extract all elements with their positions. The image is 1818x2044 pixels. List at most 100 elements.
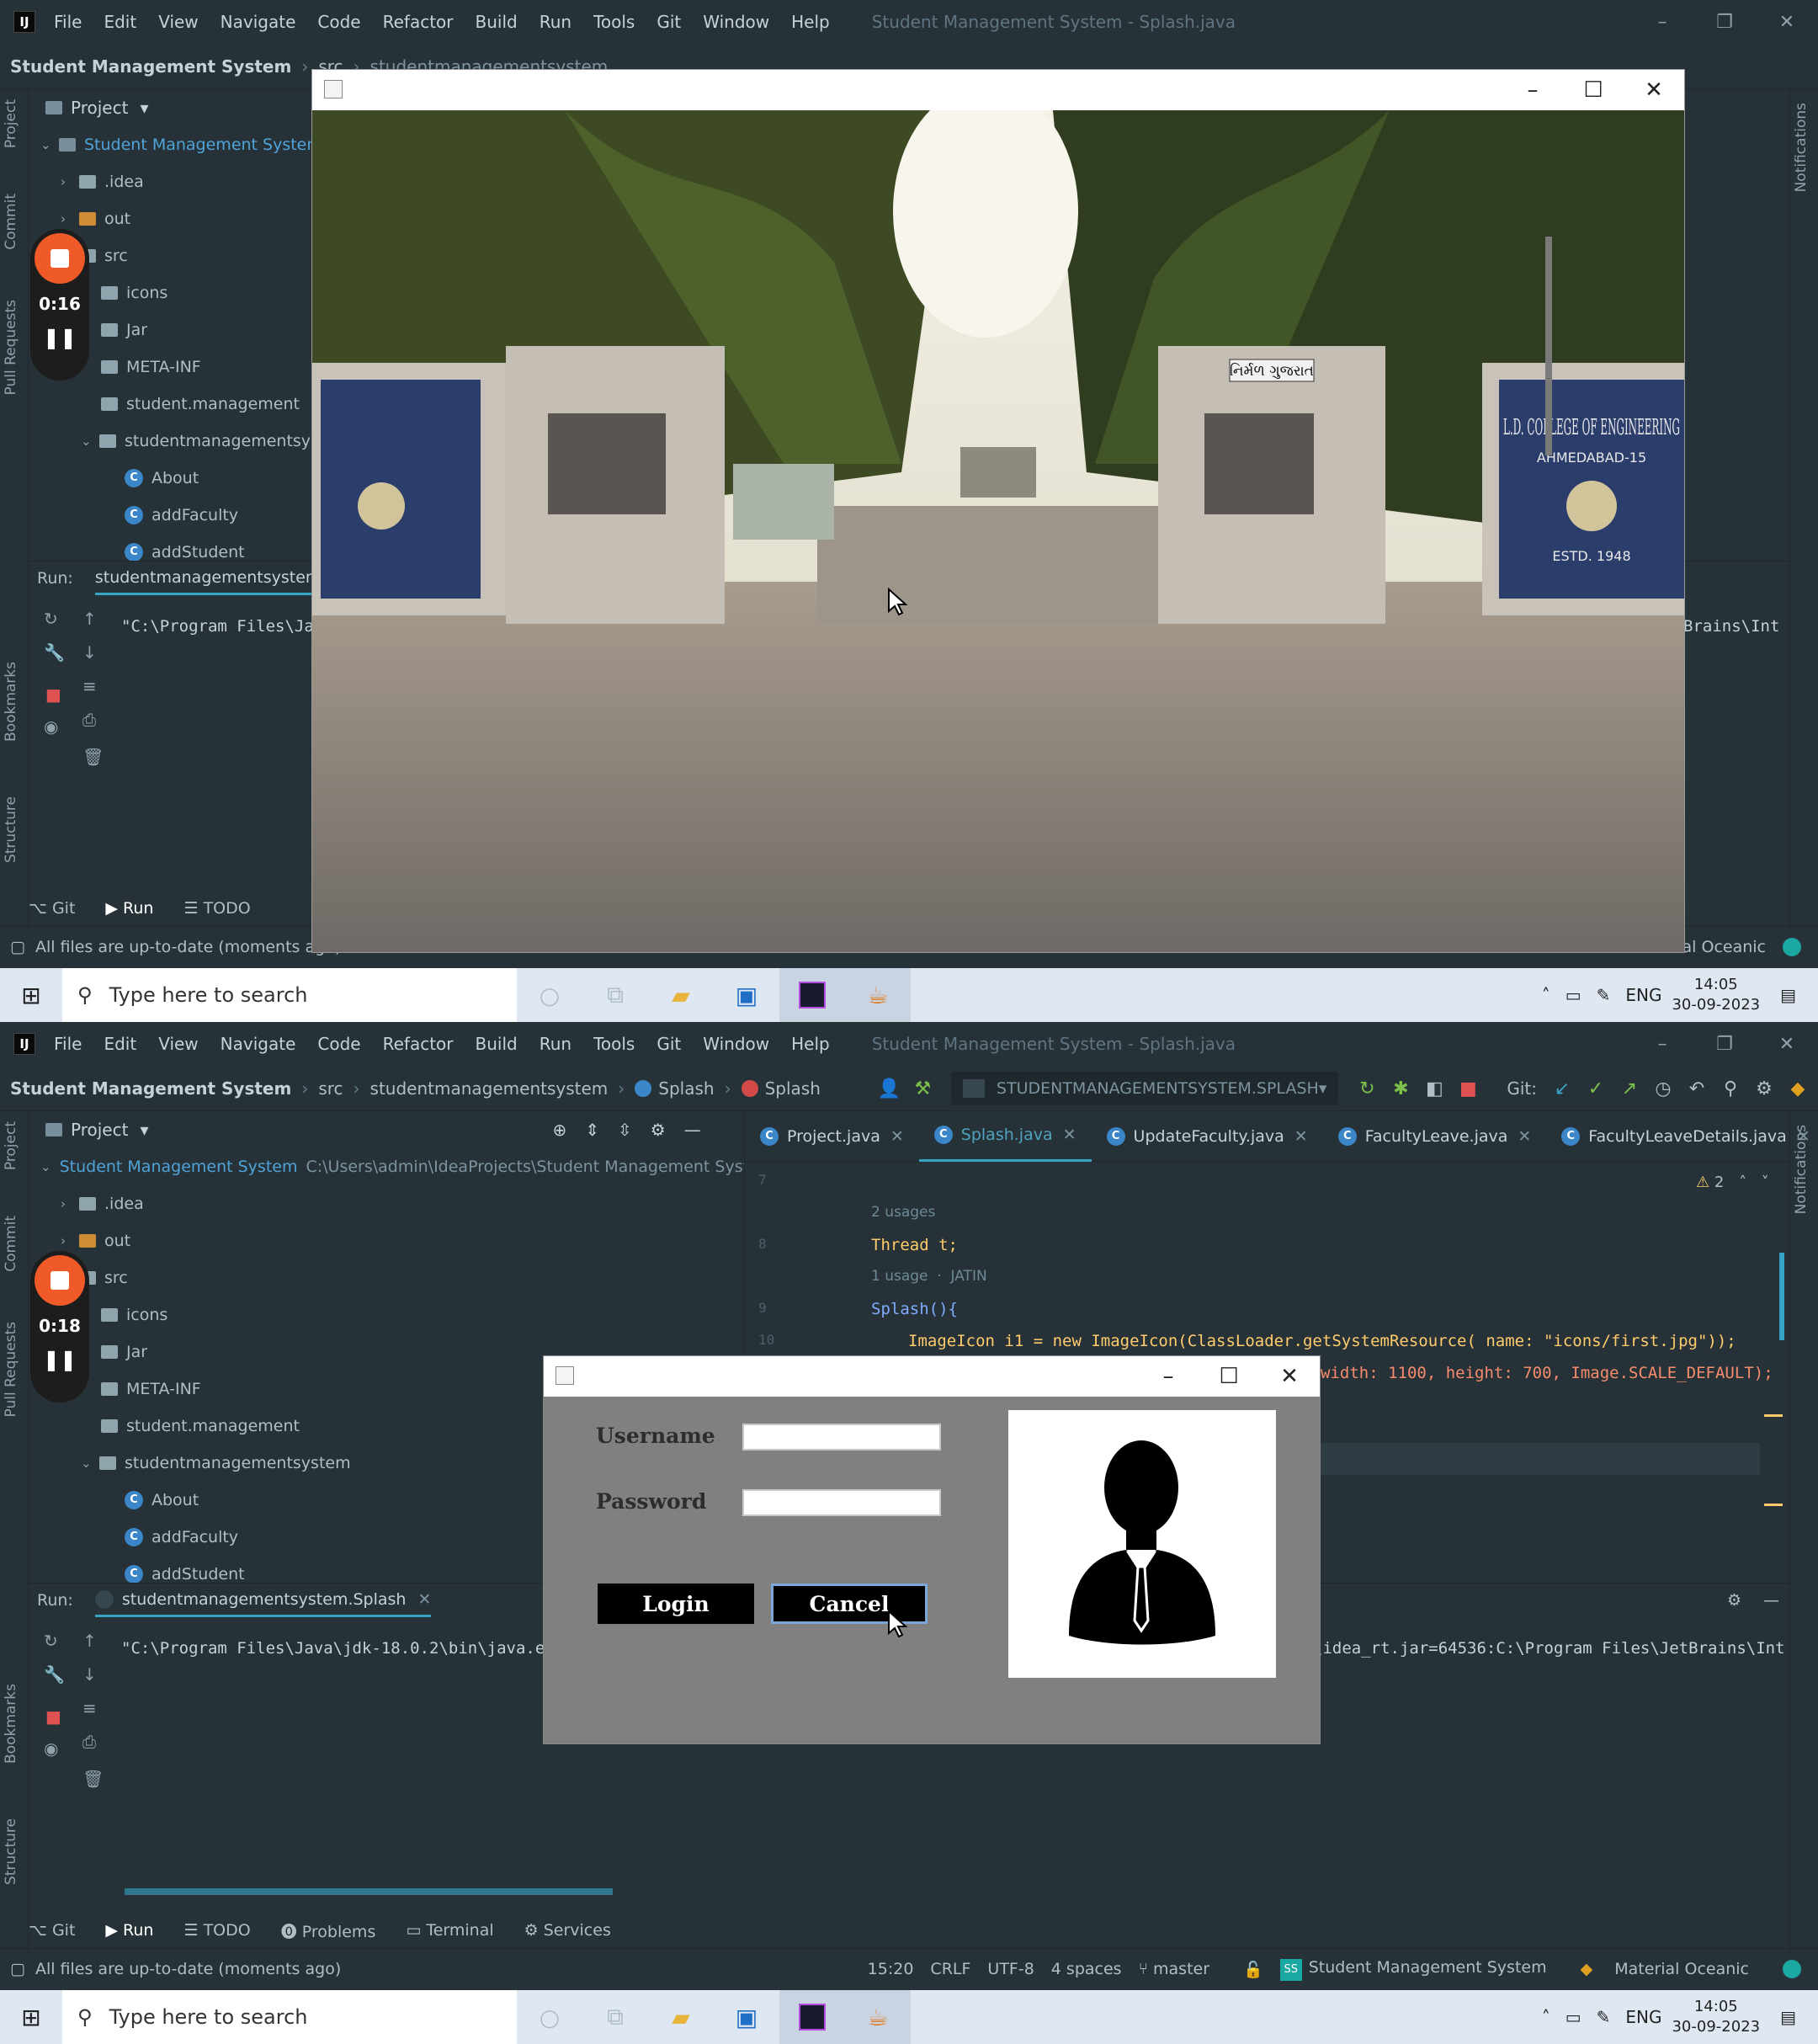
maximize-icon[interactable]: ☐: [1563, 70, 1624, 110]
menu-run[interactable]: Run: [540, 12, 571, 32]
arrow-down-icon[interactable]: ↓: [82, 642, 97, 663]
bottom-tab-services[interactable]: ⚙ Services: [524, 1921, 611, 1940]
restore-icon[interactable]: ❐: [1693, 12, 1756, 33]
tool-tab-bookmarks[interactable]: Bookmarks: [3, 662, 19, 742]
chevron-down-icon[interactable]: ⌄: [81, 1456, 99, 1471]
taskbar-search[interactable]: ⚲ Type here to search: [62, 1990, 517, 2044]
maximize-icon[interactable]: ☐: [1199, 1356, 1259, 1397]
chevron-down-icon[interactable]: ⌄: [40, 137, 59, 152]
breadcrumb-class[interactable]: Splash: [658, 1078, 714, 1099]
notifications-icon[interactable]: ▤: [1780, 2007, 1796, 2027]
cortana-icon[interactable]: ○: [517, 968, 582, 1022]
tree-item-out[interactable]: › out: [29, 1222, 744, 1259]
menu-window[interactable]: Window: [703, 12, 769, 32]
password-field[interactable]: [742, 1489, 941, 1516]
chevron-up-icon[interactable]: ˄: [1542, 985, 1550, 1005]
horizontal-scrollbar[interactable]: [125, 1888, 613, 1895]
menu-git[interactable]: Git: [656, 1034, 681, 1054]
hide-icon[interactable]: —: [684, 1120, 701, 1140]
minimize-icon[interactable]: –: [1631, 1034, 1693, 1055]
close-icon[interactable]: ✕: [1624, 70, 1684, 110]
tree-item-root[interactable]: ⌄ Student Management System C:\Users\admin…: [29, 1148, 774, 1185]
windows-start-icon[interactable]: ⊞: [0, 2004, 62, 2031]
menu-window[interactable]: Window: [703, 1034, 769, 1054]
close-icon[interactable]: ✕: [417, 1590, 431, 1609]
expand-all-icon[interactable]: ⇕: [585, 1120, 599, 1140]
rerun-icon[interactable]: ↻: [1350, 1078, 1384, 1099]
intellij-taskbar-icon[interactable]: [779, 1990, 845, 2044]
close-icon[interactable]: ✕: [1294, 1127, 1308, 1146]
tool-tab-bookmarks[interactable]: Bookmarks: [3, 1684, 19, 1764]
chevron-down-icon[interactable]: ▾: [140, 98, 148, 118]
soft-wrap-icon[interactable]: ≡: [82, 676, 97, 696]
trash-icon[interactable]: 🗑: [82, 747, 104, 767]
chevron-down-icon[interactable]: ▾: [140, 1120, 148, 1140]
search-icon[interactable]: ⚲: [1714, 1078, 1747, 1099]
minimize-icon[interactable]: –: [1631, 12, 1693, 33]
login-button[interactable]: Login: [598, 1584, 754, 1624]
breadcrumb-method[interactable]: Splash: [765, 1078, 821, 1099]
chevron-right-icon[interactable]: ›: [61, 211, 79, 226]
menu-navigate[interactable]: Navigate: [221, 12, 296, 32]
intellij-logo-icon[interactable]: IJ: [13, 11, 35, 33]
history-icon[interactable]: ◷: [1646, 1078, 1680, 1099]
bottom-tab-terminal[interactable]: ▭ Terminal: [406, 1921, 493, 1940]
store-icon[interactable]: ▣: [714, 968, 779, 1022]
intellij-taskbar-icon[interactable]: [779, 968, 845, 1022]
battery-icon[interactable]: ▭: [1566, 2007, 1581, 2027]
soft-wrap-icon[interactable]: ≡: [82, 1698, 97, 1718]
language-indicator[interactable]: ENG: [1625, 2007, 1661, 2027]
bottom-tab-run[interactable]: ▶ Run: [105, 1921, 153, 1940]
breadcrumb-package[interactable]: studentmanagementsystem: [370, 1078, 609, 1099]
menu-help[interactable]: Help: [791, 12, 830, 32]
breadcrumb-src[interactable]: src: [318, 1078, 343, 1099]
breadcrumb-project[interactable]: Student Management System: [10, 56, 291, 77]
trash-icon[interactable]: 🗑: [82, 1769, 104, 1789]
status-line-separator[interactable]: CRLF: [930, 1960, 970, 1978]
menu-refactor[interactable]: Refactor: [383, 12, 454, 32]
coverage-icon[interactable]: ◧: [1417, 1078, 1451, 1099]
tab-project-java[interactable]: C Project.java ✕: [745, 1111, 919, 1162]
file-explorer-icon[interactable]: ▰: [648, 968, 714, 1022]
close-icon[interactable]: ✕: [1756, 12, 1818, 33]
chevron-right-icon[interactable]: ›: [61, 1196, 79, 1211]
status-project[interactable]: SS Student Management System: [1279, 1958, 1564, 1981]
collapse-all-icon[interactable]: ⇳: [618, 1120, 632, 1140]
menu-view[interactable]: View: [158, 12, 198, 32]
chevron-right-icon[interactable]: ›: [61, 174, 79, 189]
debug-icon[interactable]: ✱: [1384, 1078, 1417, 1099]
tab-splash-java[interactable]: C Splash.java ✕: [918, 1111, 1092, 1162]
camera-icon[interactable]: ◉: [44, 716, 58, 737]
arrow-up-icon[interactable]: ↑: [82, 609, 97, 629]
usage-hint[interactable]: 2 usages: [871, 1204, 935, 1221]
status-encoding[interactable]: UTF-8: [987, 1960, 1034, 1978]
code-text[interactable]: Thread t;: [871, 1236, 958, 1254]
usage-hint[interactable]: 1 usage · JATIN: [871, 1268, 987, 1285]
status-branch[interactable]: ⑂ master: [1139, 1960, 1226, 1978]
close-icon[interactable]: ✕: [1063, 1126, 1076, 1144]
java-taskbar-icon[interactable]: ☕: [845, 968, 911, 1022]
git-push-icon[interactable]: ↗: [1613, 1078, 1646, 1099]
gear-icon[interactable]: ⚙: [1727, 1591, 1741, 1610]
project-panel-header[interactable]: Project ▾ ⊕ ⇕ ⇳ ⚙ —: [29, 1111, 744, 1148]
rerun-icon[interactable]: ↻: [44, 609, 58, 629]
language-indicator[interactable]: ENG: [1625, 985, 1661, 1005]
menu-help[interactable]: Help: [791, 1034, 830, 1054]
status-caret-position[interactable]: 15:20: [868, 1960, 914, 1978]
username-field[interactable]: [742, 1424, 941, 1450]
arrow-down-icon[interactable]: ↓: [82, 1664, 97, 1685]
stop-icon[interactable]: ■: [45, 1706, 61, 1727]
tree-item-src[interactable]: ⌄src: [29, 1259, 744, 1296]
tree-item-icons[interactable]: icons: [29, 1296, 744, 1333]
locate-icon[interactable]: ⊕: [552, 1120, 566, 1140]
user-icon[interactable]: 👤: [872, 1078, 906, 1099]
print-icon[interactable]: ⎙: [82, 1732, 96, 1752]
wrench-icon[interactable]: 🔧: [44, 1664, 65, 1685]
stop-record-button[interactable]: [35, 233, 85, 284]
tree-item-idea[interactable]: › .idea: [29, 1185, 744, 1222]
hide-icon[interactable]: —: [1763, 1591, 1779, 1610]
close-icon[interactable]: ✕: [1259, 1356, 1320, 1397]
task-view-icon[interactable]: ⧉: [582, 1990, 648, 2044]
status-theme[interactable]: ◆ Material Oceanic: [1581, 1960, 1766, 1978]
breadcrumb-project[interactable]: Student Management System: [10, 1078, 291, 1099]
